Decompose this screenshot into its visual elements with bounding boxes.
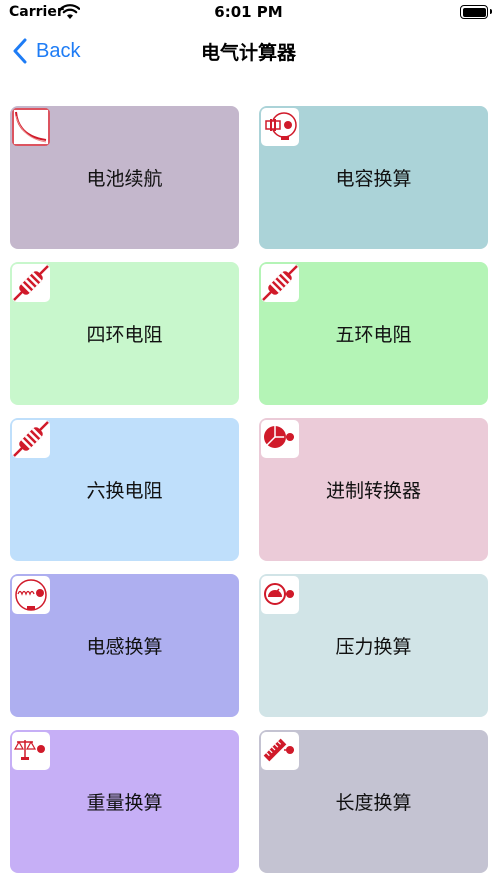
tile-label: 重量换算 xyxy=(86,792,163,814)
tile-battery-life[interactable]: 电池续航 xyxy=(10,106,239,249)
calculator-grid: 电池续航 电容换算 四环电阻 五环电阻 六换电阻 进制转换器 电感换算 压力换算… xyxy=(10,106,489,873)
tile-label: 五环电阻 xyxy=(335,324,412,346)
inductor-icon xyxy=(12,576,50,614)
tile-label: 压力换算 xyxy=(335,636,412,658)
tile-number-base-converter[interactable]: 进制转换器 xyxy=(259,418,488,561)
page-title: 电气计算器 xyxy=(200,42,296,64)
tile-label: 电感换算 xyxy=(86,636,163,658)
number-base-icon xyxy=(261,420,299,458)
ruler-icon xyxy=(261,732,299,770)
resistor-icon xyxy=(12,420,50,458)
pressure-gauge-icon xyxy=(261,576,299,614)
tile-label: 长度换算 xyxy=(335,792,412,814)
status-bar: Carrier 6:01 PM xyxy=(0,0,497,26)
navigation-bar: Back 电气计算器 xyxy=(0,26,497,76)
tile-label: 四环电阻 xyxy=(86,324,163,346)
status-time: 6:01 PM xyxy=(214,3,283,21)
tile-inductance[interactable]: 电感换算 xyxy=(10,574,239,717)
tile-capacitance[interactable]: 电容换算 xyxy=(259,106,488,249)
tile-six-band-resistor[interactable]: 六换电阻 xyxy=(10,418,239,561)
tile-five-band-resistor[interactable]: 五环电阻 xyxy=(259,262,488,405)
battery-icon xyxy=(460,5,492,19)
tile-label: 六换电阻 xyxy=(86,480,163,502)
tile-label: 电容换算 xyxy=(335,168,412,190)
weight-scale-icon xyxy=(12,732,50,770)
tile-four-band-resistor[interactable]: 四环电阻 xyxy=(10,262,239,405)
battery-discharge-curve-icon xyxy=(12,108,50,146)
capacitor-icon xyxy=(261,108,299,146)
resistor-icon xyxy=(261,264,299,302)
tile-label: 进制转换器 xyxy=(325,480,421,502)
resistor-icon xyxy=(12,264,50,302)
tile-length[interactable]: 长度换算 xyxy=(259,730,488,873)
tile-weight[interactable]: 重量换算 xyxy=(10,730,239,873)
tile-pressure[interactable]: 压力换算 xyxy=(259,574,488,717)
tile-label: 电池续航 xyxy=(86,168,163,190)
